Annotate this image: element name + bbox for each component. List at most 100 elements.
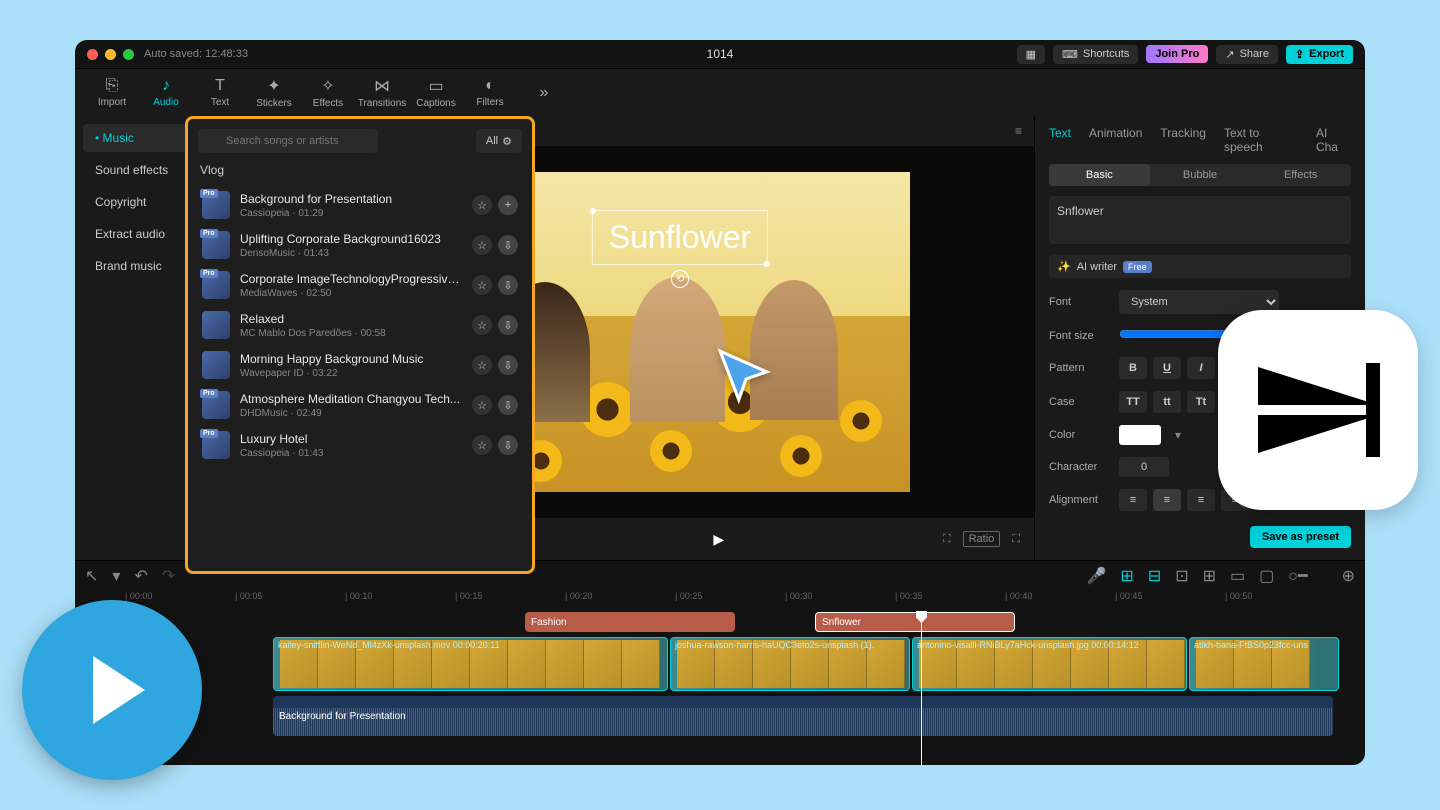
text-overlay[interactable]: Sunflower <box>592 210 768 265</box>
magnet-icon[interactable]: ⊞ <box>1120 566 1133 586</box>
player-menu-icon[interactable]: ≡ <box>1015 124 1022 138</box>
save-preset-button[interactable]: Save as preset <box>1250 526 1351 548</box>
favorite-icon[interactable]: ☆ <box>472 275 492 295</box>
window-controls[interactable] <box>87 49 134 60</box>
zoom-slider[interactable]: ○━ <box>1288 566 1307 586</box>
song-item[interactable]: RelaxedMC Mablo Dos Paredões · 00:58☆⇩ <box>198 305 522 345</box>
inspector-tabs: Text Animation Tracking Text to speech AI Ch… <box>1049 126 1351 154</box>
video-clip[interactable]: kailey-snifflin-WeNd_Ml4zXk-unsplash.mov… <box>273 637 668 691</box>
song-item[interactable]: Uplifting Corporate Background16023Denso… <box>198 225 522 265</box>
case-TT-button[interactable]: TT <box>1119 391 1147 413</box>
tool-transitions[interactable]: ⋈Transitions <box>355 76 409 109</box>
fullscreen-icon[interactable]: ⛶ <box>1012 533 1020 546</box>
song-item[interactable]: Morning Happy Background MusicWavepaper … <box>198 345 522 385</box>
timeline-tracks[interactable]: Fashion Snflower kailey-snifflin-WeNd_Ml4… <box>75 611 1365 765</box>
song-item[interactable]: Atmosphere Meditation Changyou Tech...DH… <box>198 385 522 425</box>
cursor-icon <box>715 346 777 413</box>
italic-button[interactable]: I <box>1187 357 1215 379</box>
case-tt-button[interactable]: tt <box>1153 391 1181 413</box>
favorite-icon[interactable]: ☆ <box>472 235 492 255</box>
tool-audio[interactable]: ♪Audio <box>139 77 193 108</box>
download-icon[interactable]: ⇩ <box>498 315 518 335</box>
subtab-effects[interactable]: Effects <box>1250 164 1351 186</box>
download-icon[interactable]: ⇩ <box>498 275 518 295</box>
align-right-button[interactable]: ≡ <box>1187 489 1215 511</box>
subtab-bubble[interactable]: Bubble <box>1150 164 1251 186</box>
bold-button[interactable]: B <box>1119 357 1147 379</box>
tool-text[interactable]: TText <box>193 77 247 108</box>
tool-filters[interactable]: ◐Filters <box>463 77 517 108</box>
search-input[interactable] <box>198 129 378 153</box>
timeline: ↖ ▾ ↶ ↷ 🎤 ⊞ ⊟ ⊡ ⊞ ▭ ▢ ○━ ⊕ | 00:00| 00:0… <box>75 560 1365 765</box>
video-clip[interactable]: antonino-visalli-RNiBLy7aHck-unsplash.jp… <box>912 637 1187 691</box>
download-icon[interactable]: ⇩ <box>498 435 518 455</box>
tab-tracking[interactable]: Tracking <box>1160 126 1206 154</box>
playhead[interactable] <box>921 611 922 765</box>
ratio-button[interactable]: Ratio <box>963 531 1001 547</box>
video-clip[interactable]: joshua-rawson-harris-haUQC3eto2s-unsplas… <box>670 637 910 691</box>
tool-stickers[interactable]: ✦Stickers <box>247 76 301 109</box>
text-content-input[interactable] <box>1049 196 1351 244</box>
join-pro-button[interactable]: Join Pro <box>1146 45 1208 63</box>
filter-button[interactable]: All ⚙ <box>476 129 522 153</box>
align-left-button[interactable]: ≡ <box>1119 489 1147 511</box>
tool-captions[interactable]: ▭Captions <box>409 76 463 109</box>
crop-icon[interactable]: ⛶ <box>943 533 951 546</box>
magic-icon: ✨ <box>1057 260 1071 273</box>
more-tools-icon[interactable]: » <box>517 84 571 102</box>
download-icon[interactable]: ⇩ <box>498 235 518 255</box>
export-button[interactable]: ⇪ Export <box>1286 45 1353 64</box>
download-icon[interactable]: ⇩ <box>498 355 518 375</box>
song-item[interactable]: Corporate ImageTechnologyProgressive...M… <box>198 265 522 305</box>
tool2-icon[interactable]: ⊞ <box>1203 566 1216 586</box>
song-item[interactable]: Background for PresentationCassiopeia · … <box>198 185 522 225</box>
favorite-icon[interactable]: ☆ <box>472 195 492 215</box>
tool-import[interactable]: ⎘Import <box>85 77 139 108</box>
autosave-status: Auto saved: 12:48:33 <box>144 48 248 60</box>
tab-animation[interactable]: Animation <box>1089 126 1142 154</box>
play-overlay-icon <box>22 600 202 780</box>
play-button[interactable]: ▶ <box>713 531 724 548</box>
favorite-icon[interactable]: ☆ <box>472 435 492 455</box>
char-spacing-input[interactable] <box>1119 457 1169 477</box>
undo-icon[interactable]: ↶ <box>134 566 147 586</box>
main-toolbar: ⎘Import♪AudioTText✦Stickers✧Effects⋈Tran… <box>75 68 1365 116</box>
color-swatch[interactable] <box>1119 425 1161 445</box>
redo-icon[interactable]: ↷ <box>162 566 175 586</box>
text-clip[interactable]: Fashion <box>525 612 735 632</box>
tool-effects[interactable]: ✧Effects <box>301 76 355 109</box>
capcut-logo-icon <box>1218 310 1418 510</box>
video-clip[interactable]: atikh-bana-FtBS0p23fcc-uns <box>1189 637 1339 691</box>
favorite-icon[interactable]: ☆ <box>472 315 492 335</box>
shortcuts-button[interactable]: ⌨ Shortcuts <box>1053 45 1138 64</box>
tab-ai-cha[interactable]: AI Cha <box>1316 126 1351 154</box>
tool4-icon[interactable]: ▢ <box>1259 566 1274 586</box>
underline-button[interactable]: U <box>1153 357 1181 379</box>
favorite-icon[interactable]: ☆ <box>472 395 492 415</box>
subtab-basic[interactable]: Basic <box>1049 164 1150 186</box>
tool3-icon[interactable]: ▭ <box>1230 566 1245 586</box>
case-Tt-button[interactable]: Tt <box>1187 391 1215 413</box>
pointer-tool-icon[interactable]: ↖ <box>85 566 98 586</box>
audio-clip[interactable]: Background for Presentation <box>273 696 1333 736</box>
favorite-icon[interactable]: ☆ <box>472 355 492 375</box>
ai-writer-button[interactable]: ✨ AI writer Free <box>1049 255 1351 278</box>
link-icon[interactable]: ⊟ <box>1148 566 1161 586</box>
tool-icon[interactable]: ⊡ <box>1175 566 1188 586</box>
add-icon[interactable]: + <box>498 195 518 215</box>
section-heading: Vlog <box>200 163 522 177</box>
dropdown-icon[interactable]: ▾ <box>112 566 120 586</box>
rotate-handle-icon[interactable]: ⟲ <box>671 270 689 288</box>
align-center-button[interactable]: ≡ <box>1153 489 1181 511</box>
layout-icon[interactable]: ▦ <box>1017 45 1045 64</box>
text-clip[interactable]: Snflower <box>815 612 1015 632</box>
share-button[interactable]: ↗ Share <box>1216 45 1278 64</box>
fit-icon[interactable]: ⊕ <box>1342 566 1355 586</box>
color-dropdown-icon[interactable]: ▾ <box>1175 428 1181 442</box>
tab-text-to-speech[interactable]: Text to speech <box>1224 126 1298 154</box>
song-item[interactable]: Luxury HotelCassiopeia · 01:43☆⇩ <box>198 425 522 465</box>
mic-icon[interactable]: 🎤 <box>1087 566 1107 586</box>
timeline-ruler[interactable]: | 00:00| 00:05| 00:10| 00:15| 00:20| 00:… <box>75 591 1365 611</box>
tab-text[interactable]: Text <box>1049 126 1071 154</box>
download-icon[interactable]: ⇩ <box>498 395 518 415</box>
